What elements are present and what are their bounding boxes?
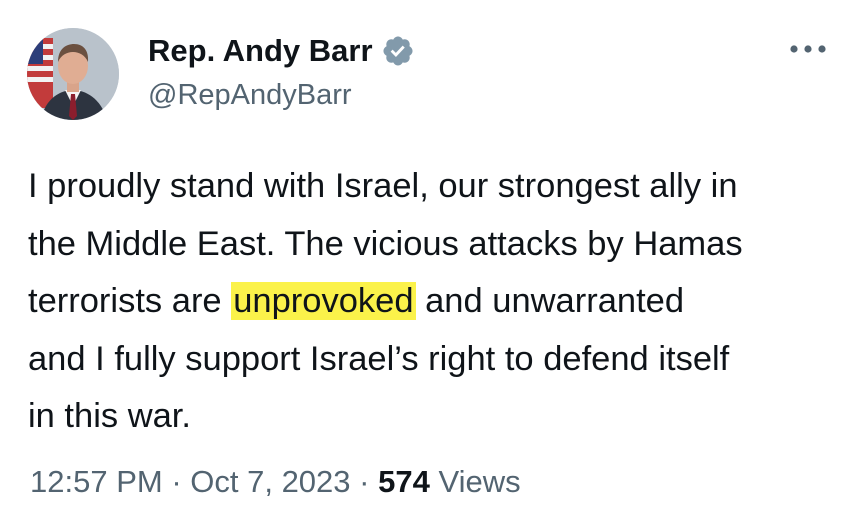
tweet-card: Rep. Andy Barr @RepAndyBarr I proudly st… <box>0 0 860 524</box>
tweet-date[interactable]: Oct 7, 2023 <box>190 464 350 499</box>
tweet-text-line: I proudly stand with Israel, our stronge… <box>28 167 738 205</box>
tweet-text-line: in this war. <box>28 397 191 435</box>
tweet-text-segment: terrorists are <box>28 282 232 320</box>
display-name-text[interactable]: Rep. Andy Barr <box>148 31 373 71</box>
highlighted-word: unprovoked <box>231 282 416 320</box>
more-horizontal-icon <box>790 45 826 53</box>
avatar-image <box>27 28 119 120</box>
views-count[interactable]: 574 <box>378 464 430 499</box>
more-options-button[interactable] <box>786 34 830 64</box>
views-label: Views <box>429 464 521 499</box>
tweet-meta: 12:57 PM · Oct 7, 2023 · 574 Views <box>30 462 521 502</box>
tweet-text-segment: and unwarranted <box>415 282 685 320</box>
tweet-text-line: the Middle East. The vicious attacks by … <box>28 224 743 263</box>
author-name[interactable]: Rep. Andy Barr <box>148 31 415 71</box>
verified-badge-icon[interactable] <box>381 34 415 68</box>
tweet-text-line: terrorists are unprovoked and unwarrante… <box>28 273 838 331</box>
meta-separator: · <box>350 464 379 499</box>
tweet-text: I proudly stand with Israel, our stronge… <box>28 158 838 446</box>
author-handle[interactable]: @RepAndyBarr <box>148 77 352 113</box>
meta-separator: · <box>162 464 191 499</box>
avatar[interactable] <box>27 28 119 120</box>
tweet-time[interactable]: 12:57 PM <box>30 464 163 499</box>
tweet-text-line: and I fully support Israel’s right to de… <box>28 339 730 378</box>
